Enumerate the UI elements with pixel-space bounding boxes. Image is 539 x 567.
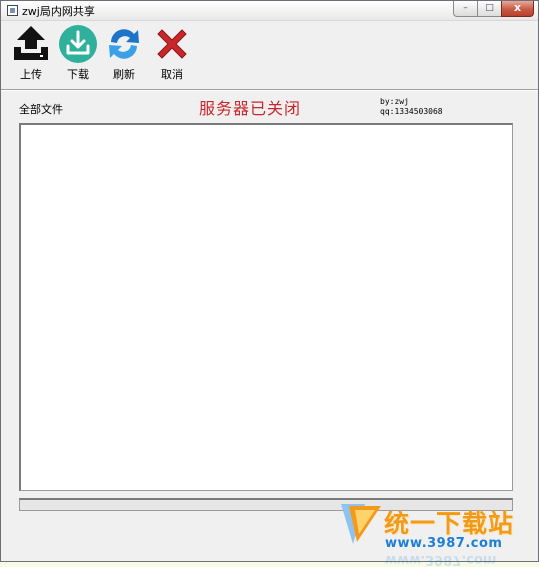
server-status-text: 服务器已关闭: [199, 99, 302, 118]
all-files-label: 全部文件: [19, 103, 63, 116]
watermark-site-name: 统一下载站: [384, 509, 515, 538]
file-list[interactable]: [19, 123, 513, 491]
toolbar-separator: [1, 89, 538, 91]
upload-label: 上传: [20, 68, 42, 81]
cancel-button[interactable]: 取消: [152, 24, 192, 82]
download-button[interactable]: 下载: [58, 24, 98, 82]
watermark-url: www.3987.com: [385, 536, 503, 551]
app-icon: [7, 5, 18, 16]
toolbar: 上传 下载 刷新 取消: [1, 21, 538, 89]
download-label: 下载: [67, 68, 89, 81]
refresh-button[interactable]: 刷新: [104, 24, 144, 82]
refresh-label: 刷新: [113, 68, 135, 81]
author-by: by:zwj: [380, 97, 409, 106]
author-qq: qq:1334503068: [380, 107, 443, 116]
download-icon: [59, 25, 97, 63]
refresh-icon: [109, 29, 139, 59]
title-bar[interactable]: zwj局内网共享 – □ x: [1, 1, 538, 21]
close-button[interactable]: x: [501, 1, 534, 17]
cancel-label: 取消: [161, 68, 183, 81]
minimize-button[interactable]: –: [453, 1, 478, 17]
cancel-icon: [157, 29, 187, 59]
author-info: by:zwj qq:1334503068: [380, 97, 443, 117]
watermark-logo-icon: [341, 504, 381, 544]
app-window: zwj局内网共享 – □ x 上传 下载 刷新 取消 全部文件 服务器已关闭 b…: [0, 0, 539, 567]
maximize-button[interactable]: □: [477, 1, 502, 17]
upload-button[interactable]: 上传: [11, 24, 51, 82]
upload-icon: [14, 26, 48, 60]
window-title: zwj局内网共享: [22, 5, 95, 18]
watermark-url-reflection: www.3987.com: [385, 552, 497, 567]
